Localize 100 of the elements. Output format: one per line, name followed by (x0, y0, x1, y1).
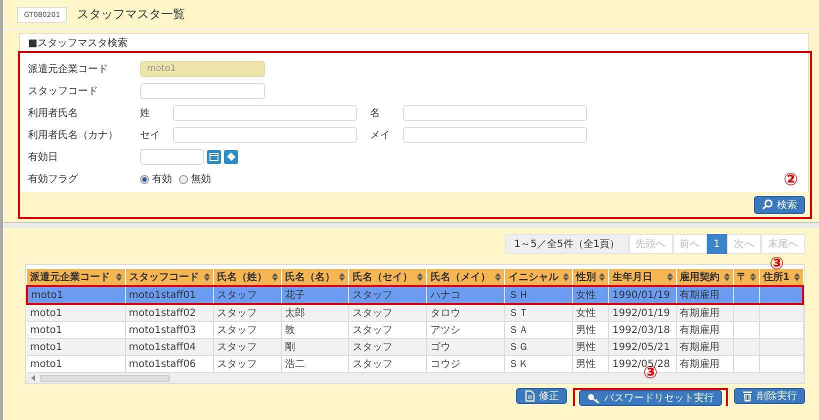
table-cell: ＳＧ (508, 342, 528, 353)
field-label: 有効フラグ (28, 172, 79, 186)
table-cell: 太郎 (284, 308, 305, 319)
field-label: 派遣元企業コード (28, 62, 109, 76)
annotation-number: ② (784, 172, 798, 189)
date-field[interactable] (140, 149, 204, 165)
pager-info: 1～5／全5件（全1頁） (505, 234, 629, 254)
radio-button[interactable] (179, 174, 188, 184)
sort-icon[interactable] (495, 273, 502, 281)
sort-icon[interactable] (417, 273, 424, 281)
section-title: ■スタッフマスタ検索 (28, 36, 128, 50)
table-cell: moto1staff02 (128, 308, 196, 318)
table-cell: コウジ (430, 359, 460, 370)
field-label: 利用者氏名（カナ） (28, 128, 119, 142)
table-cell: ハナコ (430, 290, 460, 301)
table-cell: moto1staff03 (128, 324, 196, 336)
field-label: メイ (370, 129, 391, 142)
table-cell: moto1 (30, 324, 62, 336)
table-cell: スタッフ (352, 342, 392, 353)
sort-icon[interactable] (339, 273, 346, 281)
field-label: 有効日 (28, 150, 59, 164)
scrollbar-thumb[interactable] (40, 374, 170, 382)
sort-icon[interactable] (562, 273, 569, 281)
annotation-number: ③ (770, 256, 784, 273)
table-cell: スタッフ (217, 308, 258, 319)
sort-icon[interactable] (794, 273, 800, 281)
table-cell: moto1staff06 (128, 358, 196, 370)
table-cell: アツシ (430, 325, 460, 336)
table-cell: moto1 (30, 358, 62, 370)
table-cell: 有期雇用 (680, 359, 720, 370)
sort-icon[interactable] (750, 273, 756, 281)
radio-label: 有効 (152, 172, 172, 186)
action-button[interactable]: 削除実行 (734, 388, 805, 404)
input-field[interactable] (403, 127, 587, 143)
table-cell: スタッフ (217, 359, 258, 370)
table-cell: moto1staff04 (128, 342, 196, 352)
sort-icon[interactable] (272, 273, 278, 281)
table-cell: 1992/03/18 (612, 324, 670, 336)
sort-icon[interactable] (666, 273, 673, 281)
sort-icon[interactable] (204, 273, 210, 281)
table-cell: 男性 (576, 359, 596, 370)
table-cell: スタッフ (217, 342, 258, 353)
table-cell: ＳＨ (508, 290, 528, 301)
table-cell: moto1 (30, 308, 62, 318)
search-icon (762, 199, 773, 210)
table-cell: ゴウ (430, 342, 450, 353)
table-cell: moto1 (30, 342, 62, 352)
pager-button[interactable]: 1 (706, 234, 727, 254)
field-label: 利用者氏名 (28, 106, 79, 120)
input-field[interactable] (403, 105, 587, 121)
table-cell: ＳＡ (508, 325, 528, 336)
table-cell: 1990/01/19 (612, 290, 670, 300)
table-cell: 男性 (576, 342, 596, 353)
table-cell: 女性 (576, 308, 596, 319)
table-cell: スタッフ (352, 359, 392, 370)
document-icon (524, 390, 535, 402)
field-label: 名 (370, 107, 381, 120)
table-cell: タロウ (430, 308, 460, 319)
calendar-icon[interactable] (207, 150, 221, 164)
table-cell: スタッフ (352, 325, 392, 336)
action-button[interactable]: パスワードリセット実行 (579, 390, 722, 406)
table-cell: スタッフ (217, 325, 258, 336)
table-cell: ＳＫ (508, 359, 528, 370)
table-cell: 有期雇用 (680, 308, 720, 319)
input-field[interactable] (173, 105, 357, 121)
eraser-icon[interactable] (224, 150, 238, 164)
table-cell: moto1staff01 (128, 290, 196, 300)
table-cell: 男性 (576, 325, 596, 336)
field-label: セイ (140, 129, 161, 142)
field-label: 姓 (140, 107, 151, 120)
sort-icon[interactable] (599, 273, 606, 281)
scroll-left-icon[interactable] (31, 375, 35, 381)
trash-icon (742, 390, 753, 402)
page-title: スタッフマスタ一覧 (77, 6, 186, 23)
table-cell: スタッフ (352, 290, 392, 301)
table-cell: 有期雇用 (680, 290, 720, 301)
table-cell: 1992/05/28 (612, 358, 670, 370)
table-cell: 有期雇用 (680, 325, 720, 336)
input-field[interactable] (173, 127, 357, 143)
table-cell: 1992/01/19 (612, 308, 670, 318)
input-field[interactable] (140, 83, 265, 99)
field-label: スタッフコード (28, 85, 99, 98)
table-cell: moto1 (31, 290, 64, 300)
table-cell: 1992/05/21 (612, 342, 670, 352)
table-cell: 花子 (284, 290, 305, 301)
action-button[interactable]: 修正 (516, 388, 567, 404)
table-cell: スタッフ (352, 308, 392, 319)
radio-button[interactable] (140, 174, 149, 184)
sort-icon[interactable] (116, 273, 122, 281)
search-button[interactable]: 検索 (754, 196, 805, 214)
table-cell: 有期雇用 (680, 342, 720, 353)
sort-icon[interactable] (724, 273, 730, 281)
table-cell: 浩二 (284, 359, 305, 370)
table-cell: 剛 (284, 342, 295, 353)
radio-label: 無効 (191, 172, 211, 186)
table-cell: スタッフ (217, 290, 258, 301)
key-icon (587, 392, 600, 404)
table-cell: 女性 (576, 290, 596, 301)
table-cell: 敦 (284, 325, 295, 336)
table-cell: ＳＴ (508, 308, 528, 319)
